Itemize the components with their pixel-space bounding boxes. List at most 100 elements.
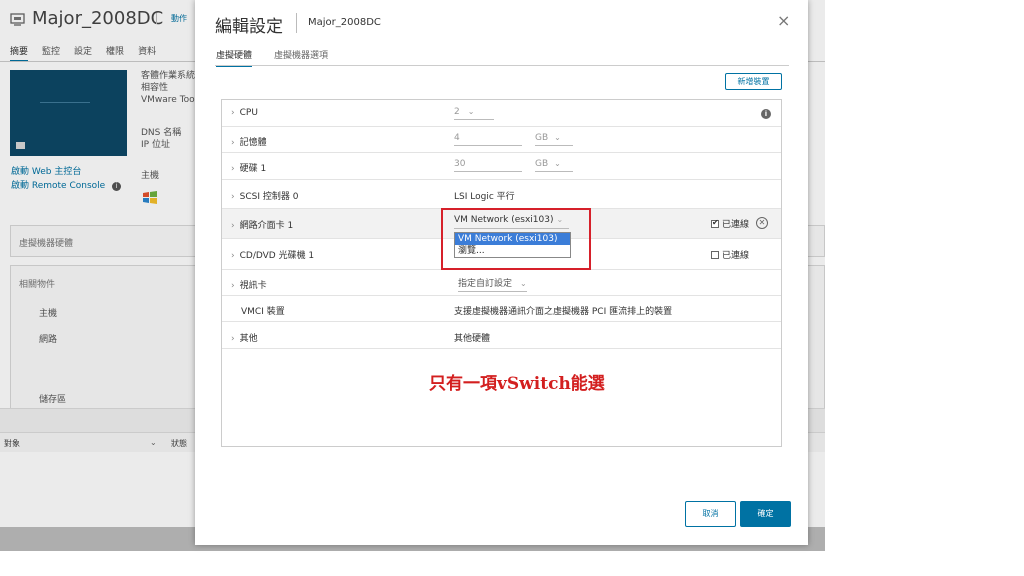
disk-unit: GB	[535, 159, 549, 169]
related-network[interactable]: 網路	[39, 332, 57, 345]
network-option-vm-network[interactable]: VM Network (esxi103)	[455, 233, 570, 245]
tab-datastores[interactable]: 資料	[138, 44, 156, 62]
cdrom-connected-checkbox[interactable]: 已連線	[711, 248, 749, 261]
disk-label-wrap: › 硬碟 1	[231, 161, 266, 174]
cpu-count-value: 2	[454, 107, 460, 117]
tab-monitor[interactable]: 監控	[42, 44, 60, 62]
hardware-row-scsi[interactable]: › SCSI 控制器 0 LSI Logic 平行	[222, 180, 781, 209]
chevron-down-icon: ⌄	[556, 215, 564, 224]
memory-unit-select[interactable]: GB ⌄	[535, 133, 573, 146]
annotation-text: 只有一項vSwitch能選	[429, 374, 605, 394]
chevron-right-icon[interactable]: ›	[231, 192, 235, 202]
guest-info: 客體作業系統 相容性 VMware Too	[141, 70, 195, 106]
related-host[interactable]: 主機	[39, 306, 57, 319]
info-icon: i	[112, 182, 122, 191]
chevron-down-icon: ⌄	[520, 279, 527, 288]
nic-connected-label: 已連線	[722, 220, 750, 230]
memory-unit: GB	[535, 133, 549, 143]
add-new-device-button[interactable]: 新增裝置	[725, 73, 782, 90]
other-label: 其他	[239, 334, 258, 344]
network-option-browse[interactable]: 瀏覽...	[455, 245, 570, 257]
launch-web-console-link[interactable]: 啟動 Web 主控台	[11, 164, 81, 177]
cdrom-label: CD/DVD 光碟機 1	[239, 251, 315, 261]
remove-device-icon[interactable]: ✕	[756, 217, 768, 229]
hardware-row-video[interactable]: › 視訊卡 指定自訂設定 ⌄	[222, 270, 781, 296]
ok-button[interactable]: 確定	[740, 501, 791, 527]
dialog-vm-name: Major_2008DC	[308, 17, 381, 28]
vm-icon	[10, 12, 25, 26]
scsi-label-wrap: › SCSI 控制器 0	[231, 189, 298, 202]
cpu-count-select[interactable]: 2 ⌄	[454, 107, 494, 120]
related-storage[interactable]: 儲存區	[39, 392, 66, 405]
chevron-right-icon[interactable]: ›	[231, 164, 235, 174]
vmware-tools-label: VMware Too	[141, 95, 195, 105]
tab-configure[interactable]: 設定	[74, 44, 92, 62]
chevron-right-icon[interactable]: ›	[231, 334, 235, 344]
vm-header: Major_2008DC	[10, 8, 163, 29]
hardware-row-other[interactable]: › 其他 其他硬體	[222, 322, 781, 349]
video-label-wrap: › 視訊卡	[231, 278, 267, 291]
hardware-row-network-adapter[interactable]: › 網路介面卡 1 VM Network (esxi103) ⌄ VM Networ…	[222, 209, 781, 258]
vm-name: Major_2008DC	[32, 8, 164, 29]
chevron-down-icon: ⌄	[554, 159, 561, 168]
hardware-row-memory[interactable]: › 記憶體 4 GB ⌄	[222, 127, 781, 153]
nic-connected-checkbox[interactable]: 已連線	[711, 217, 749, 230]
col-status[interactable]: 狀態	[171, 438, 187, 449]
dialog-tab-divider	[215, 65, 789, 66]
disk-label: 硬碟 1	[239, 164, 267, 174]
chevron-right-icon[interactable]: ›	[231, 221, 235, 231]
vmci-description: 支援虛擬機器通訊介面之虛擬機器 PCI 匯流排上的裝置	[454, 307, 673, 317]
cancel-button[interactable]: 取消	[685, 501, 736, 527]
remote-console-label: 啟動 Remote Console	[11, 181, 106, 191]
checkbox-unchecked-icon[interactable]	[711, 250, 719, 259]
scsi-type: LSI Logic 平行	[454, 192, 515, 202]
disk-unit-select[interactable]: GB ⌄	[535, 159, 573, 172]
console-thumbnail-flag	[16, 142, 25, 149]
network-selected-value: VM Network (esxi103)	[454, 215, 554, 225]
actions-menu[interactable]: 動作	[156, 13, 187, 24]
nic-label-wrap: › 網路介面卡 1	[231, 218, 293, 231]
edit-settings-dialog: 編輯設定 Major_2008DC × 虛擬硬體 虛擬機器選項 新增裝置 › CP…	[195, 0, 808, 545]
windows-logo-icon	[143, 191, 157, 204]
chevron-down-icon: ⌄	[467, 107, 475, 116]
cdrom-label-wrap: › CD/DVD 光碟機 1	[231, 248, 314, 261]
hardware-row-cpu[interactable]: › CPU 2 ⌄ i	[222, 100, 781, 127]
video-settings-select[interactable]: 指定自訂設定 ⌄	[458, 276, 527, 292]
vm-hardware-heading: 虛擬機器硬體	[19, 239, 74, 249]
other-value: 其他硬體	[454, 334, 491, 344]
tab-permissions[interactable]: 權限	[106, 44, 124, 62]
chevron-right-icon[interactable]: ›	[231, 251, 235, 261]
disk-size-input[interactable]: 30	[454, 159, 522, 172]
info-icon[interactable]: i	[761, 109, 771, 119]
chevron-down-icon[interactable]: ⌄	[150, 438, 157, 447]
vm-tabs: 摘要 監控 設定 權限 資料	[10, 44, 156, 62]
guest-os-label: 客體作業系統	[141, 71, 196, 81]
memory-label-wrap: › 記憶體	[231, 135, 267, 148]
memory-label: 記憶體	[239, 138, 267, 148]
other-label-wrap: › 其他	[231, 331, 258, 344]
nic-label: 網路介面卡 1	[239, 221, 294, 231]
close-icon[interactable]: ×	[777, 13, 790, 29]
col-object[interactable]: 對象	[4, 438, 20, 449]
tab-summary[interactable]: 摘要	[10, 44, 29, 62]
dns-label: DNS 名稱	[141, 128, 182, 138]
checkbox-checked-icon[interactable]	[711, 218, 719, 228]
memory-size-input[interactable]: 4	[454, 133, 522, 146]
chevron-right-icon[interactable]: ›	[231, 281, 235, 291]
hardware-row-vmci: VMCI 裝置 支援虛擬機器通訊介面之虛擬機器 PCI 匯流排上的裝置	[222, 296, 781, 322]
cpu-label-wrap: › CPU	[231, 108, 258, 118]
chevron-right-icon[interactable]: ›	[231, 138, 235, 148]
host-label: 主機	[141, 171, 160, 181]
hardware-list: ›CPU 2⌄ i ›記憶體 4 GB⌄ ›硬碟 1 30 GB⌄	[221, 99, 782, 447]
network-select[interactable]: VM Network (esxi103) ⌄	[454, 215, 569, 229]
scsi-label: SCSI 控制器 0	[239, 192, 299, 202]
console-thumbnail[interactable]	[10, 70, 127, 156]
hardware-row-disk[interactable]: › 硬碟 1 30 GB ⌄	[222, 153, 781, 180]
chevron-right-icon[interactable]: ›	[231, 108, 235, 118]
console-thumbnail-text	[40, 102, 90, 103]
launch-remote-console-link[interactable]: 啟動 Remote Console i	[11, 178, 122, 191]
network-info: DNS 名稱 IP 位址	[141, 127, 181, 151]
video-settings-value: 指定自訂設定	[458, 279, 513, 289]
network-dropdown-list: VM Network (esxi103) 瀏覽...	[454, 232, 571, 258]
cpu-label: CPU	[239, 108, 258, 118]
